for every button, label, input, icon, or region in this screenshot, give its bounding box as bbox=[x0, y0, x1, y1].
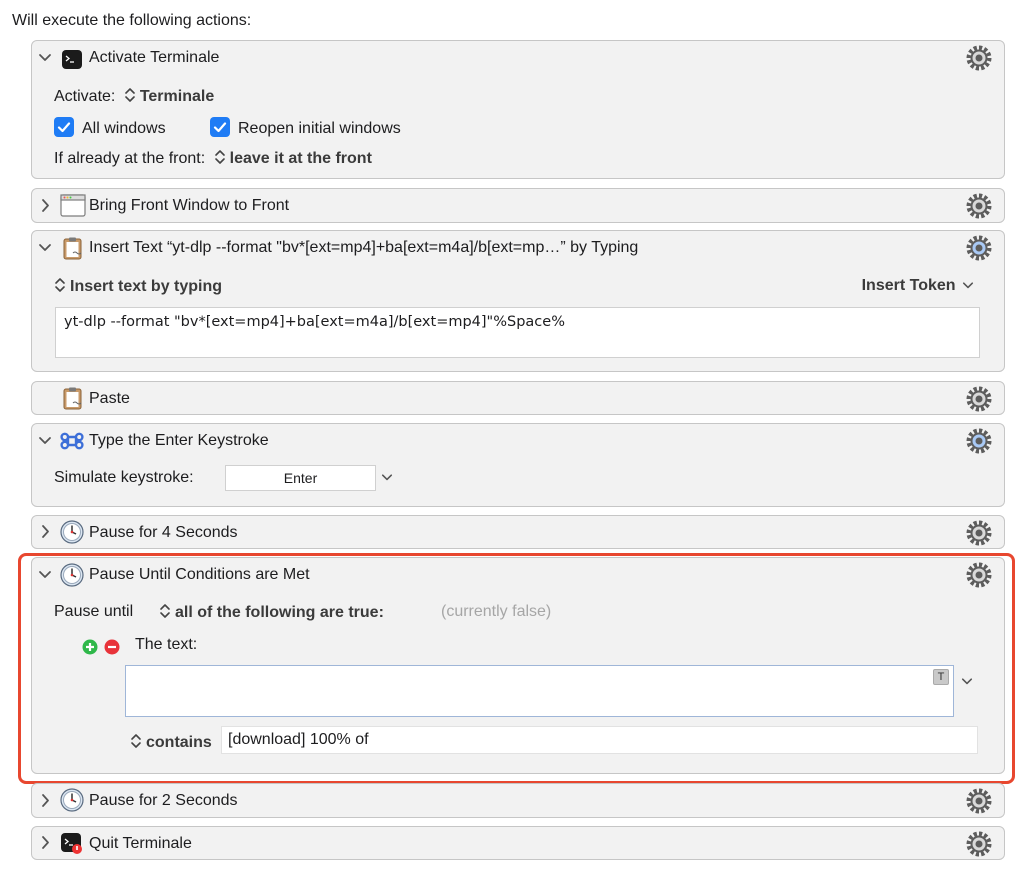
insert-mode-value: Insert text by typing bbox=[70, 278, 223, 295]
gear-icon[interactable] bbox=[966, 193, 992, 219]
chevron-down-icon[interactable] bbox=[38, 239, 52, 257]
gear-icon[interactable] bbox=[966, 428, 992, 454]
pause-until-label: Pause until bbox=[54, 603, 134, 620]
clock-icon bbox=[60, 520, 84, 544]
activate-label: Activate: bbox=[54, 88, 116, 105]
action-title: Paste bbox=[89, 390, 130, 407]
updown-icon bbox=[131, 734, 141, 748]
action-title: Pause for 4 Seconds bbox=[89, 524, 238, 541]
insert-token-label: Insert Token bbox=[861, 277, 956, 294]
action-pause-4-seconds[interactable]: Pause for 4 Seconds bbox=[31, 515, 1005, 549]
action-title: Type the Enter Keystroke bbox=[89, 432, 269, 449]
action-quit-terminale[interactable]: Quit Terminale bbox=[31, 826, 1005, 860]
chevron-down-icon[interactable] bbox=[961, 674, 973, 686]
insert-token-button[interactable]: Insert Token bbox=[862, 277, 974, 295]
chevron-right-icon[interactable] bbox=[38, 523, 52, 541]
checkbox-checked-icon[interactable] bbox=[210, 117, 230, 137]
contains-value: contains bbox=[146, 734, 212, 751]
checkbox-label: All windows bbox=[82, 120, 166, 137]
chevron-down-icon bbox=[962, 282, 974, 289]
pause-until-popup[interactable]: all of the following are true: bbox=[159, 603, 384, 622]
action-title: Insert Text “yt-dlp --format "bv*[ext=mp… bbox=[89, 239, 639, 256]
token-badge[interactable]: T bbox=[933, 669, 949, 685]
activate-row: Activate: Terminale bbox=[54, 87, 214, 106]
updown-icon bbox=[214, 150, 225, 164]
clipboard-icon bbox=[60, 386, 84, 410]
action-title: Quit Terminale bbox=[89, 835, 192, 852]
condition-status: (currently false) bbox=[441, 603, 552, 620]
contains-popup[interactable]: contains bbox=[130, 733, 212, 752]
command-key-icon bbox=[60, 429, 84, 453]
clipboard-icon bbox=[60, 236, 84, 260]
actions-heading: Will execute the following actions: bbox=[12, 12, 252, 29]
action-title: Activate Terminale bbox=[89, 49, 220, 66]
gear-icon[interactable] bbox=[966, 235, 992, 261]
action-bring-front-window[interactable]: Bring Front Window to Front bbox=[31, 188, 1005, 223]
action-paste[interactable]: Paste bbox=[31, 381, 1005, 415]
gear-icon[interactable] bbox=[966, 562, 992, 588]
gear-icon[interactable] bbox=[966, 831, 992, 857]
checkbox-checked-icon[interactable] bbox=[54, 117, 74, 137]
checkbox-all-windows[interactable]: All windows bbox=[54, 117, 166, 138]
gear-icon[interactable] bbox=[966, 788, 992, 814]
action-title: Pause Until Conditions are Met bbox=[89, 566, 310, 583]
action-insert-text[interactable]: Insert Text “yt-dlp --format "bv*[ext=mp… bbox=[31, 230, 1005, 372]
contains-text-field[interactable]: [download] 100% of bbox=[221, 726, 978, 754]
action-title: Pause for 2 Seconds bbox=[89, 792, 238, 809]
clock-icon bbox=[60, 563, 84, 587]
front-label: If already at the front: bbox=[54, 150, 206, 167]
gear-icon[interactable] bbox=[966, 45, 992, 71]
condition-text-field[interactable]: T bbox=[125, 665, 954, 717]
condition-text-label: The text: bbox=[135, 636, 198, 653]
terminal-icon bbox=[60, 47, 84, 71]
updown-icon bbox=[55, 278, 65, 292]
chevron-down-icon[interactable] bbox=[381, 470, 393, 482]
chevron-right-icon[interactable] bbox=[38, 834, 52, 852]
updown-icon bbox=[160, 604, 170, 618]
action-title: Bring Front Window to Front bbox=[89, 197, 290, 214]
insert-mode-popup[interactable]: Insert text by typing bbox=[54, 277, 222, 296]
keystroke-field[interactable]: Enter bbox=[225, 465, 376, 491]
app-popup-value: Terminale bbox=[139, 88, 215, 105]
chevron-down-icon[interactable] bbox=[38, 49, 52, 67]
action-type-keystroke[interactable]: Type the Enter Keystroke Simulate keystr… bbox=[31, 423, 1005, 507]
checkbox-label: Reopen initial windows bbox=[238, 120, 401, 137]
insert-text-field[interactable]: yt-dlp --format "bv*[ext=mp4]+ba[ext=m4a… bbox=[55, 307, 980, 358]
front-row: If already at the front: leave it at the… bbox=[54, 149, 372, 168]
chevron-right-icon[interactable] bbox=[38, 792, 52, 810]
terminal-quit-icon bbox=[60, 831, 84, 855]
gear-icon[interactable] bbox=[966, 386, 992, 412]
pause-until-value: all of the following are true: bbox=[175, 604, 384, 621]
remove-condition-icon[interactable] bbox=[104, 639, 120, 655]
simulate-label: Simulate keystroke: bbox=[54, 469, 194, 486]
action-pause-2-seconds[interactable]: Pause for 2 Seconds bbox=[31, 783, 1005, 818]
chevron-down-icon[interactable] bbox=[38, 432, 52, 450]
front-popup[interactable]: leave it at the front bbox=[214, 150, 372, 167]
action-activate-terminale[interactable]: Activate Terminale Activate: Terminale A… bbox=[31, 40, 1005, 179]
action-pause-until-conditions[interactable]: Pause Until Conditions are Met Pause unt… bbox=[31, 557, 1005, 774]
window-icon bbox=[60, 193, 86, 217]
gear-icon[interactable] bbox=[966, 520, 992, 546]
checkbox-reopen-windows[interactable]: Reopen initial windows bbox=[210, 117, 401, 138]
add-condition-icon[interactable] bbox=[82, 639, 98, 655]
updown-icon bbox=[125, 88, 135, 102]
clock-icon bbox=[60, 788, 84, 812]
front-popup-value: leave it at the front bbox=[229, 150, 372, 167]
app-popup[interactable]: Terminale bbox=[124, 88, 214, 105]
chevron-down-icon[interactable] bbox=[38, 566, 52, 584]
chevron-right-icon[interactable] bbox=[38, 197, 52, 215]
